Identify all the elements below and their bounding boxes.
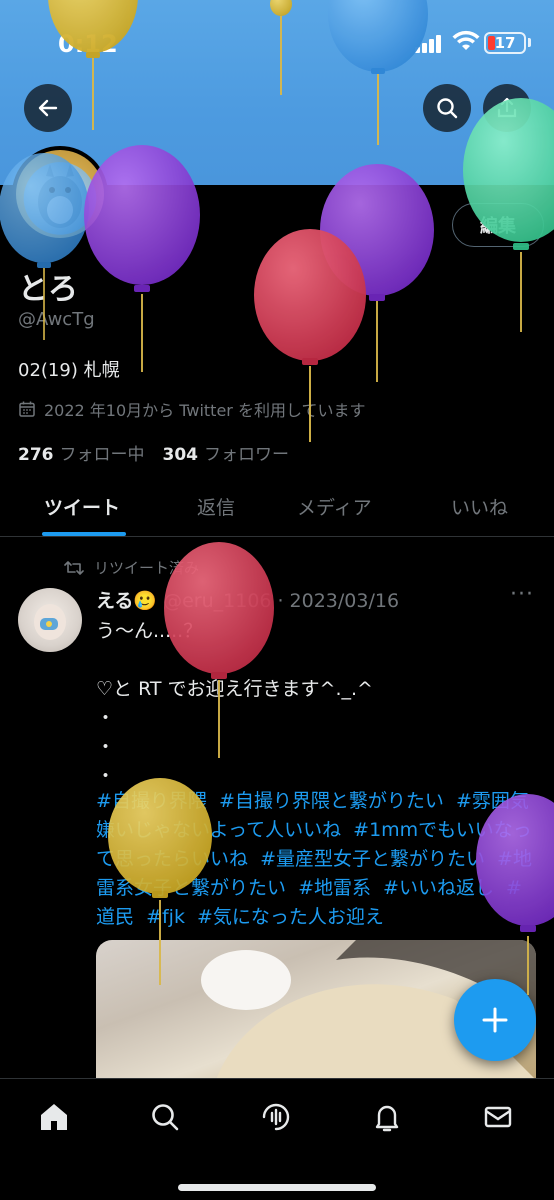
nav-notifications[interactable] (367, 1097, 407, 1137)
retweet-icon (64, 560, 84, 575)
tweet-author-name[interactable]: える🥲 (96, 586, 157, 613)
hashtag-link[interactable]: #自撮り界隈と繋がりたい (219, 790, 444, 812)
calendar-icon (19, 401, 35, 417)
balloon-purple-center (320, 164, 434, 382)
hashtag-link[interactable]: #自撮り界隈 (96, 790, 207, 812)
search-icon (152, 1104, 179, 1131)
search-button[interactable] (423, 84, 471, 132)
hashtag-link[interactable]: #量産型女子と繋がりたい (260, 848, 485, 870)
spaces-icon (262, 1103, 290, 1131)
hashtag-link[interactable]: #fjk (146, 906, 185, 928)
tab-likes[interactable]: いいね (451, 493, 508, 520)
profile-handle: @AwcTg (18, 309, 95, 330)
tab-media[interactable]: メディア (297, 493, 372, 520)
joined-date: 2022 年10月から Twitter を利用しています (18, 397, 365, 421)
tweet-text: う〜ん.....？ ♡と RT でお迎え行きます^._.^ ・ ・ ・ (96, 620, 373, 787)
compose-tweet-button[interactable] (454, 979, 536, 1061)
tweet-date[interactable]: 2023/03/16 (290, 590, 400, 612)
avatar-image (16, 150, 104, 238)
following-count[interactable]: 276 (18, 445, 54, 465)
bottom-navigation (0, 1078, 554, 1200)
home-indicator (178, 1184, 376, 1191)
battery-level: 17 (494, 34, 516, 52)
status-bar: 0:12 17 (0, 0, 554, 80)
nav-search[interactable] (145, 1097, 185, 1137)
tweet-author-handle[interactable]: @eru_1106 (163, 590, 271, 612)
share-button[interactable] (483, 84, 531, 132)
profile-avatar[interactable] (12, 146, 108, 242)
profile-bio: 02(19) 札幌 (18, 360, 120, 381)
follow-stats: 276 フォロー中 304 フォロワー (18, 440, 301, 465)
signal-icon (415, 35, 443, 53)
hashtag-link[interactable]: #気になった人お迎え (197, 906, 384, 928)
mail-icon (484, 1106, 512, 1128)
active-tab-indicator (42, 532, 126, 536)
tab-tweets[interactable]: ツイート (44, 493, 120, 520)
share-icon (497, 97, 517, 118)
tweet-hashtags: #自撮り界隈 #自撮り界隈と繋がりたい #雰囲気嫌いじゃないよって人いいね #1… (96, 787, 536, 932)
status-time: 0:12 (58, 30, 118, 58)
profile-tabs: ツイート 返信 メディア いいね (0, 475, 554, 537)
bell-icon (375, 1105, 399, 1132)
profile-name: とろ (18, 272, 78, 307)
joined-text: 2022 年10月から Twitter を利用しています (44, 401, 366, 420)
tab-replies[interactable]: 返信 (197, 493, 235, 520)
retweet-indicator: リツイート済み (64, 557, 199, 578)
tweet-author-avatar[interactable] (18, 588, 82, 652)
plus-icon (482, 1007, 508, 1033)
battery-icon: 17 (484, 32, 526, 54)
hashtag-link[interactable]: #いいね返し (383, 877, 494, 899)
edit-profile-button[interactable]: 編集 (452, 203, 544, 247)
nav-spaces[interactable] (256, 1097, 296, 1137)
hashtag-link[interactable]: #地雷系 (298, 877, 371, 899)
search-icon (437, 98, 458, 119)
home-icon (41, 1104, 67, 1130)
followers-label[interactable]: フォロワー (204, 440, 289, 465)
following-label[interactable]: フォロー中 (60, 440, 145, 465)
wifi-icon (452, 30, 480, 50)
nav-messages[interactable] (478, 1097, 518, 1137)
more-icon[interactable]: ··· (510, 582, 534, 607)
nav-home[interactable] (34, 1097, 74, 1137)
dot-separator: · (277, 590, 284, 612)
tweet-header: える🥲 @eru_1106 · 2023/03/16 (96, 586, 399, 613)
back-button[interactable] (24, 84, 72, 132)
arrow-left-icon (38, 99, 58, 117)
retweet-label: リツイート済み (94, 559, 200, 577)
followers-count[interactable]: 304 (163, 445, 199, 465)
